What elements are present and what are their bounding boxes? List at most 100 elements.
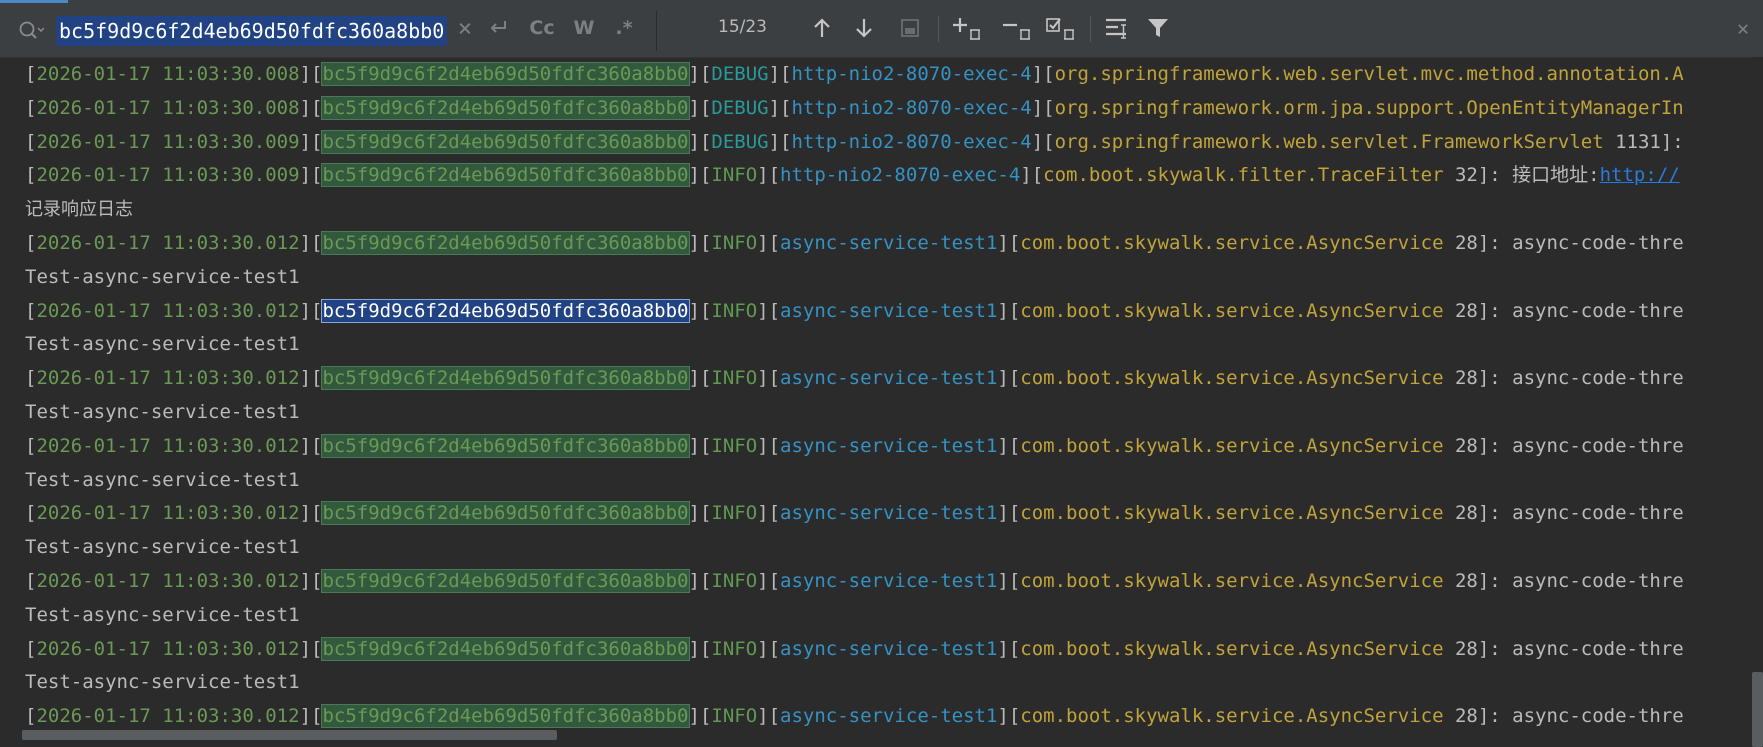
bracket: [ xyxy=(25,367,37,390)
log-message: 28]: async-code-thre xyxy=(1443,570,1684,592)
match-case-icon[interactable]: Cc xyxy=(526,12,558,44)
log-link[interactable]: http:// xyxy=(1600,164,1680,186)
bracket: [ xyxy=(25,96,37,119)
log-level: INFO xyxy=(711,164,758,187)
bracket: ][ xyxy=(299,130,323,153)
log-message: 1131]: xyxy=(1603,130,1684,153)
arrow-down-icon[interactable] xyxy=(850,12,878,44)
bracket: ][ xyxy=(768,130,792,153)
log-timestamp: 2026-01-17 11:03:30.012 xyxy=(36,637,300,660)
bracket: ][ xyxy=(299,705,323,728)
log-message: 28]: async-code-thre xyxy=(1443,502,1684,525)
log-level: INFO xyxy=(711,705,758,728)
log-level: DEBUG xyxy=(711,130,769,153)
bracket: ][ xyxy=(688,96,712,119)
log-continuation-line: Test-async-service-test1 xyxy=(25,599,300,631)
log-thread: async-service-test1 xyxy=(780,705,998,728)
log-logger: com.boot.skywalk.service.AsyncService xyxy=(1020,367,1444,390)
log-continuation-line: Test-async-service-test1 xyxy=(25,261,300,293)
bracket: [ xyxy=(25,502,37,525)
vertical-scrollbar[interactable] xyxy=(1752,57,1763,747)
log-message: 28]: async-code-thre xyxy=(1443,299,1684,322)
toolbar-separator xyxy=(938,16,939,42)
log-message: 记录响应日志 xyxy=(25,199,133,221)
bracket: ][ xyxy=(757,164,781,187)
search-match: bc5f9d9c6f2d4eb69d50fdfc360a8bb0 xyxy=(321,704,690,729)
search-match: bc5f9d9c6f2d4eb69d50fdfc360a8bb0 xyxy=(321,501,690,526)
search-match: bc5f9d9c6f2d4eb69d50fdfc360a8bb0 xyxy=(321,95,690,120)
bracket: [ xyxy=(25,299,37,322)
filter-lines-icon[interactable] xyxy=(1102,12,1132,44)
regex-icon[interactable]: .* xyxy=(610,12,638,44)
log-timestamp: 2026-01-17 11:03:30.008 xyxy=(36,96,300,119)
bracket: ][ xyxy=(757,637,781,660)
select-all-occurrences-icon[interactable] xyxy=(1044,12,1078,44)
bracket: ][ xyxy=(299,96,323,119)
bracket: ][ xyxy=(1020,164,1044,187)
whole-words-icon[interactable]: W xyxy=(570,12,598,44)
log-thread: async-service-test1 xyxy=(780,232,998,254)
bracket: ][ xyxy=(997,570,1021,592)
log-line: [2026-01-17 11:03:30.008][bc5f9d9c6f2d4e… xyxy=(25,92,1684,124)
bracket: ][ xyxy=(1031,130,1055,153)
log-level: INFO xyxy=(711,367,758,390)
remove-selection-icon[interactable] xyxy=(1000,12,1034,44)
search-box[interactable]: bc5f9d9c6f2d4eb69d50fdfc360a8bb0 xyxy=(6,11,657,51)
bracket: ][ xyxy=(768,96,792,119)
log-logger: com.boot.skywalk.filter.TraceFilter xyxy=(1043,164,1444,187)
log-line: [2026-01-17 11:03:30.012][bc5f9d9c6f2d4e… xyxy=(25,295,1684,327)
log-logger: org.springframework.orm.jpa.support.Open… xyxy=(1054,96,1684,119)
log-line: [2026-01-17 11:03:30.012][bc5f9d9c6f2d4e… xyxy=(25,362,1684,394)
log-message: Test-async-service-test1 xyxy=(25,333,300,356)
bracket: ][ xyxy=(299,434,323,457)
bracket: ][ xyxy=(688,232,712,254)
active-tab-indicator xyxy=(0,0,68,3)
log-message: Test-async-service-test1 xyxy=(25,401,300,423)
log-timestamp: 2026-01-17 11:03:30.009 xyxy=(36,130,300,153)
log-thread: http-nio2-8070-exec-4 xyxy=(791,63,1032,85)
new-line-icon[interactable] xyxy=(484,12,512,44)
log-line: [2026-01-17 11:03:30.012][bc5f9d9c6f2d4e… xyxy=(25,227,1684,259)
search-match: bc5f9d9c6f2d4eb69d50fdfc360a8bb0 xyxy=(321,129,690,154)
bracket: ][ xyxy=(299,502,323,525)
bracket: ][ xyxy=(688,367,712,390)
bracket: [ xyxy=(25,164,37,187)
bracket: ][ xyxy=(688,299,712,322)
bracket: ][ xyxy=(997,232,1021,254)
log-thread: async-service-test1 xyxy=(780,367,998,390)
funnel-icon[interactable] xyxy=(1144,12,1172,44)
log-thread: async-service-test1 xyxy=(780,434,998,457)
log-message: 28]: async-code-thre xyxy=(1443,637,1684,660)
search-match: bc5f9d9c6f2d4eb69d50fdfc360a8bb0 xyxy=(321,636,690,661)
bracket: ][ xyxy=(997,434,1021,457)
arrow-up-icon[interactable] xyxy=(808,12,836,44)
horizontal-scrollbar-thumb[interactable] xyxy=(22,730,557,740)
clear-icon[interactable]: × xyxy=(452,12,478,44)
search-icon[interactable] xyxy=(18,20,45,42)
select-all-icon[interactable] xyxy=(896,12,924,44)
search-match: bc5f9d9c6f2d4eb69d50fdfc360a8bb0 xyxy=(321,62,690,86)
log-message: 28]: async-code-thre xyxy=(1443,367,1684,390)
bracket: ][ xyxy=(1031,96,1055,119)
search-input[interactable]: bc5f9d9c6f2d4eb69d50fdfc360a8bb0 xyxy=(56,16,448,46)
log-line: [2026-01-17 11:03:30.009][bc5f9d9c6f2d4e… xyxy=(25,159,1680,191)
search-match: bc5f9d9c6f2d4eb69d50fdfc360a8bb0 xyxy=(321,163,690,188)
add-selection-icon[interactable] xyxy=(950,12,984,44)
console-log-view[interactable]: [2026-01-17 11:03:30.008][bc5f9d9c6f2d4e… xyxy=(0,57,1752,740)
log-message: Test-async-service-test1 xyxy=(25,468,300,491)
log-thread: async-service-test1 xyxy=(780,570,998,592)
log-message: 32]: 接口地址: xyxy=(1443,164,1600,187)
bracket: ][ xyxy=(688,434,712,457)
log-logger: com.boot.skywalk.service.AsyncService xyxy=(1020,705,1444,728)
search-match: bc5f9d9c6f2d4eb69d50fdfc360a8bb0 xyxy=(321,433,690,458)
log-logger: com.boot.skywalk.service.AsyncService xyxy=(1020,434,1444,457)
vertical-scrollbar-thumb[interactable] xyxy=(1752,672,1763,747)
bracket: ][ xyxy=(688,502,712,525)
log-line: [2026-01-17 11:03:30.012][bc5f9d9c6f2d4e… xyxy=(25,700,1684,732)
bracket: [ xyxy=(25,232,37,254)
bracket: ][ xyxy=(688,164,712,187)
log-timestamp: 2026-01-17 11:03:30.012 xyxy=(36,502,300,525)
log-timestamp: 2026-01-17 11:03:30.012 xyxy=(36,299,300,322)
bracket: ][ xyxy=(1031,63,1055,85)
close-icon[interactable]: ✕ xyxy=(1730,12,1756,44)
